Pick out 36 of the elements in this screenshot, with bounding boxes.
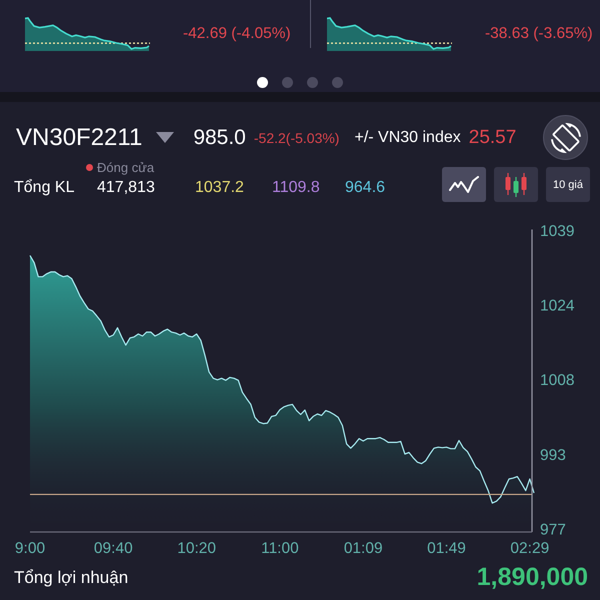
y-axis-label: 977 — [540, 521, 566, 538]
status-dot-icon — [86, 164, 93, 170]
y-axis-label: 993 — [540, 446, 566, 464]
x-axis-label: 01:09 — [344, 540, 383, 557]
chart-mode-button[interactable]: 10 giá — [546, 167, 590, 202]
price-level-value: 1037.2 — [195, 179, 245, 197]
candlestick-icon — [503, 172, 529, 198]
rotate-screen-button[interactable] — [543, 115, 588, 160]
volume-value: 417,813 — [97, 179, 156, 197]
x-axis-label: 02:29 — [510, 540, 550, 557]
x-axis-label: 01:49 — [427, 540, 466, 557]
market-status: Đóng cửa — [97, 160, 154, 174]
x-axis-label: 09:40 — [94, 540, 133, 557]
price-level-value: 1109.8 — [272, 179, 321, 197]
y-axis-label: 1024 — [540, 298, 574, 314]
profit-label: Tổng lợi nhuận — [14, 568, 128, 588]
x-axis-label: 10:20 — [177, 540, 216, 557]
x-axis-label: 9:00 — [14, 540, 46, 557]
y-axis-label: 1008 — [540, 372, 574, 390]
y-axis-label: 1039 — [540, 222, 574, 240]
symbol-dropdown[interactable]: VN30F2211 — [16, 124, 174, 152]
chart-mode-button[interactable] — [442, 167, 486, 202]
last-price: 985.0 — [193, 126, 246, 150]
price-change: -52.2(-5.03%) — [254, 130, 340, 146]
caret-icon — [156, 132, 174, 143]
profit-value: 1,890,000 — [476, 563, 588, 592]
basis-value: 25.57 — [468, 126, 516, 148]
volume-label: Tổng KL — [14, 179, 76, 197]
price-level-value: 964.6 — [345, 179, 386, 197]
line-chart-icon — [449, 176, 479, 194]
index-change: -42.69 (-4.05%) — [183, 25, 291, 43]
chart-mode-button[interactable] — [494, 167, 538, 202]
basis-label: +/- VN30 index — [354, 128, 461, 146]
x-axis-label: 11:00 — [261, 540, 299, 557]
phone-rotate-icon — [550, 122, 580, 152]
index-change: -38.63 (-3.65%) — [485, 25, 593, 43]
